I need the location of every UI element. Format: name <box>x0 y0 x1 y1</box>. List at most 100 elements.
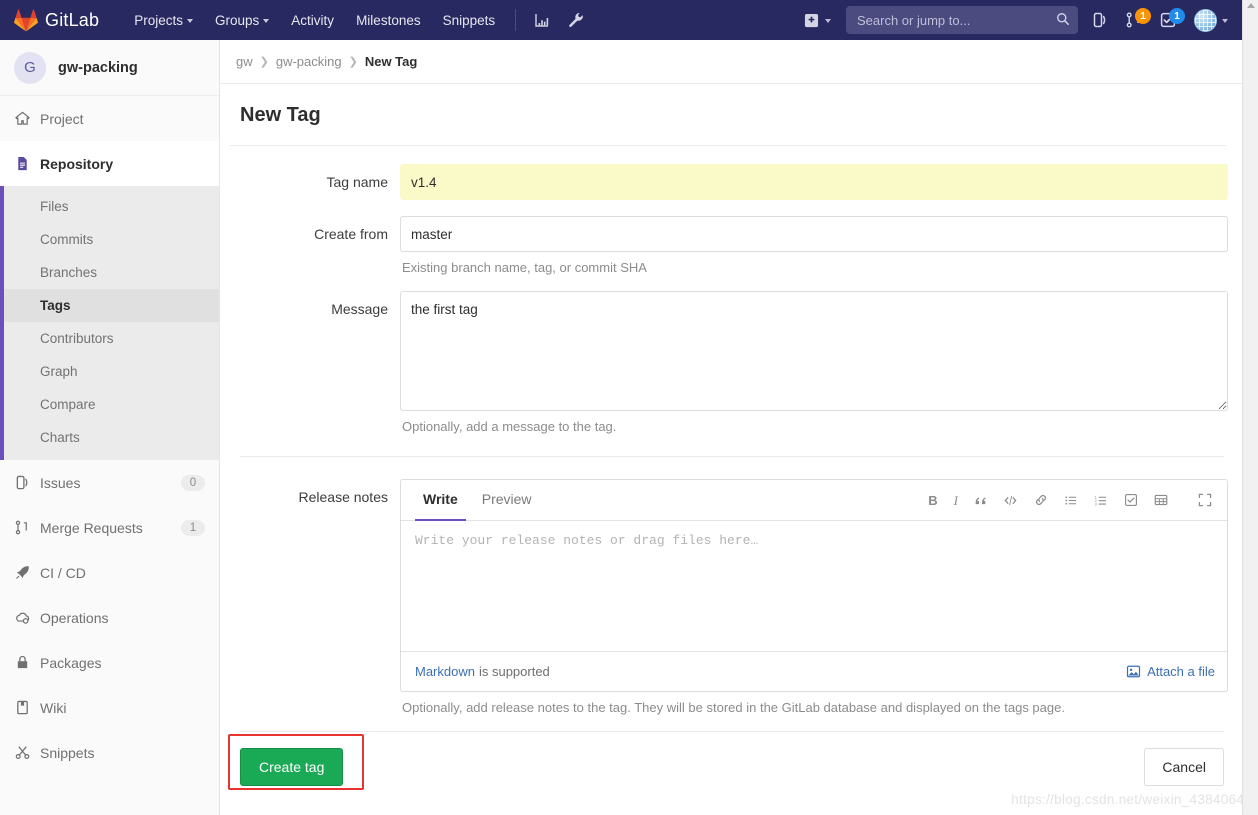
breadcrumb-item-project[interactable]: gw-packing <box>276 54 342 69</box>
create-from-help: Existing branch name, tag, or commit SHA <box>402 260 647 275</box>
attach-file-button[interactable]: Attach a file <box>1126 664 1215 679</box>
nav-snippets[interactable]: Snippets <box>432 3 507 38</box>
page-title: New Tag <box>230 84 1226 146</box>
sidebar-item-snippets[interactable]: Snippets <box>0 730 219 775</box>
user-avatar <box>1194 8 1217 32</box>
document-icon <box>14 156 30 172</box>
tab-preview[interactable]: Preview <box>474 480 540 521</box>
release-notes-label: Release notes <box>298 489 388 505</box>
sidebar-item-wiki-label: Wiki <box>40 699 67 716</box>
tab-write[interactable]: Write <box>415 480 466 521</box>
breadcrumb-item-group[interactable]: gw <box>236 54 253 69</box>
gitlab-wordmark: GitLab <box>45 9 100 30</box>
create-from-label: Create from <box>314 226 388 242</box>
form-divider <box>240 456 1224 457</box>
new-item-plus-icon[interactable] <box>795 7 840 34</box>
breadcrumb-separator: ❯ <box>259 56 269 68</box>
message-textarea[interactable] <box>400 291 1228 411</box>
gitlab-logo-link[interactable]: GitLab <box>14 8 99 32</box>
sidebar-item-packages-label: Packages <box>40 654 102 671</box>
markdown-editor-footer: Markdown is supported Attach a file <box>401 651 1227 691</box>
merge-requests-badge: 1 <box>1135 8 1151 24</box>
sidebar-item-issues[interactable]: Issues 0 <box>0 460 219 505</box>
chevron-down-icon <box>1222 18 1228 23</box>
sidebar-item-operations[interactable]: Operations <box>0 595 219 640</box>
sidebar-subitem-compare[interactable]: Compare <box>0 388 219 421</box>
sidebar-item-project[interactable]: Project <box>0 96 219 141</box>
scroll-up-arrow-icon[interactable] <box>1247 3 1255 8</box>
tag-name-row: Tag name <box>230 164 1228 200</box>
bold-icon[interactable]: B <box>921 489 944 512</box>
sidebar-subitem-charts[interactable]: Charts <box>0 421 219 454</box>
sidebar-subitem-branches[interactable]: Branches <box>0 256 219 289</box>
project-avatar: G <box>14 51 46 84</box>
quote-icon[interactable] <box>967 489 994 512</box>
release-notes-textarea[interactable]: Write your release notes or drag files h… <box>401 521 1227 651</box>
book-icon <box>14 700 30 716</box>
sidebar-subitem-contributors[interactable]: Contributors <box>0 322 219 355</box>
sidebar-item-merge-requests[interactable]: Merge Requests 1 <box>0 505 219 550</box>
navbar-issues-icon[interactable] <box>1084 6 1116 34</box>
link-icon[interactable] <box>1027 488 1055 512</box>
primary-nav: Projects Groups Activity Milestones Snip… <box>123 3 593 38</box>
fullscreen-icon[interactable] <box>1191 488 1219 512</box>
sidebar-item-repository[interactable]: Repository <box>0 141 219 186</box>
rocket-icon <box>14 565 30 581</box>
navbar-merge-requests-icon[interactable]: 1 <box>1118 6 1151 34</box>
chevron-down-icon <box>263 18 270 23</box>
sidebar-subitem-tags[interactable]: Tags <box>0 289 219 322</box>
create-tag-button[interactable]: Create tag <box>240 748 344 786</box>
sidebar-group-repository: Repository Files Commits Branches Tags C… <box>0 141 219 460</box>
cancel-button[interactable]: Cancel <box>1144 748 1224 786</box>
table-icon[interactable] <box>1147 488 1175 512</box>
admin-wrench-icon[interactable] <box>559 6 593 34</box>
attach-file-label: Attach a file <box>1147 664 1215 679</box>
sidebar-item-packages[interactable]: Packages <box>0 640 219 685</box>
markdown-editor: Write Preview B I 1 2 3 Write your relea… <box>400 479 1228 692</box>
nav-activity[interactable]: Activity <box>280 3 345 38</box>
nav-groups[interactable]: Groups <box>204 3 280 38</box>
sidebar-project-header[interactable]: G gw-packing <box>0 40 219 96</box>
message-label: Message <box>331 301 388 317</box>
sidebar-subitem-commits[interactable]: Commits <box>0 223 219 256</box>
nav-projects-label: Projects <box>134 12 184 28</box>
sidebar-item-cicd[interactable]: CI / CD <box>0 550 219 595</box>
analytics-chart-icon[interactable] <box>525 6 559 34</box>
code-icon[interactable] <box>996 489 1025 512</box>
sidebar-merge-requests-count: 1 <box>181 519 205 536</box>
tag-name-input[interactable] <box>400 164 1228 200</box>
navbar-todos-icon[interactable]: 1 <box>1152 6 1185 34</box>
sidebar-issues-count: 0 <box>181 474 205 491</box>
page-scrollbar[interactable] <box>1242 0 1258 815</box>
sidebar-subitem-files[interactable]: Files <box>0 190 219 223</box>
breadcrumb-separator: ❯ <box>348 56 358 68</box>
create-from-row: Create from Existing branch name, tag, o… <box>230 216 1228 275</box>
top-navbar: GitLab Projects Groups Activity Mileston… <box>0 0 1242 40</box>
svg-text:3: 3 <box>1095 501 1098 506</box>
main-content: gw ❯ gw-packing ❯ New Tag New Tag Tag na… <box>220 40 1242 815</box>
user-menu[interactable] <box>1186 5 1234 36</box>
search-input[interactable] <box>846 6 1078 34</box>
nav-milestones[interactable]: Milestones <box>345 3 432 38</box>
nav-projects[interactable]: Projects <box>123 3 204 38</box>
chevron-down-icon <box>825 18 831 23</box>
form-actions: Create tag Cancel <box>228 731 1224 790</box>
message-help: Optionally, add a message to the tag. <box>402 419 617 434</box>
create-from-input[interactable] <box>400 216 1228 252</box>
sidebar-item-wiki[interactable]: Wiki <box>0 685 219 730</box>
italic-icon[interactable]: I <box>947 489 965 512</box>
sidebar-item-repository-label: Repository <box>40 155 114 172</box>
project-name: gw-packing <box>58 59 138 76</box>
markdown-editor-header: Write Preview B I 1 2 3 <box>401 480 1227 521</box>
numbered-list-icon[interactable]: 123 <box>1087 489 1115 512</box>
new-tag-form: Tag name Create from Existing branch nam… <box>220 146 1242 790</box>
task-list-icon[interactable] <box>1117 488 1145 512</box>
issues-icon <box>14 475 30 491</box>
image-file-icon <box>1126 664 1141 679</box>
sidebar-subitem-graph[interactable]: Graph <box>0 355 219 388</box>
package-icon <box>14 655 30 671</box>
bullet-list-icon[interactable] <box>1057 489 1085 512</box>
release-notes-row: Release notes Write Preview B I 1 2 3 Wr… <box>230 479 1228 715</box>
markdown-link[interactable]: Markdown <box>415 664 475 679</box>
breadcrumb: gw ❯ gw-packing ❯ New Tag <box>220 40 1242 84</box>
